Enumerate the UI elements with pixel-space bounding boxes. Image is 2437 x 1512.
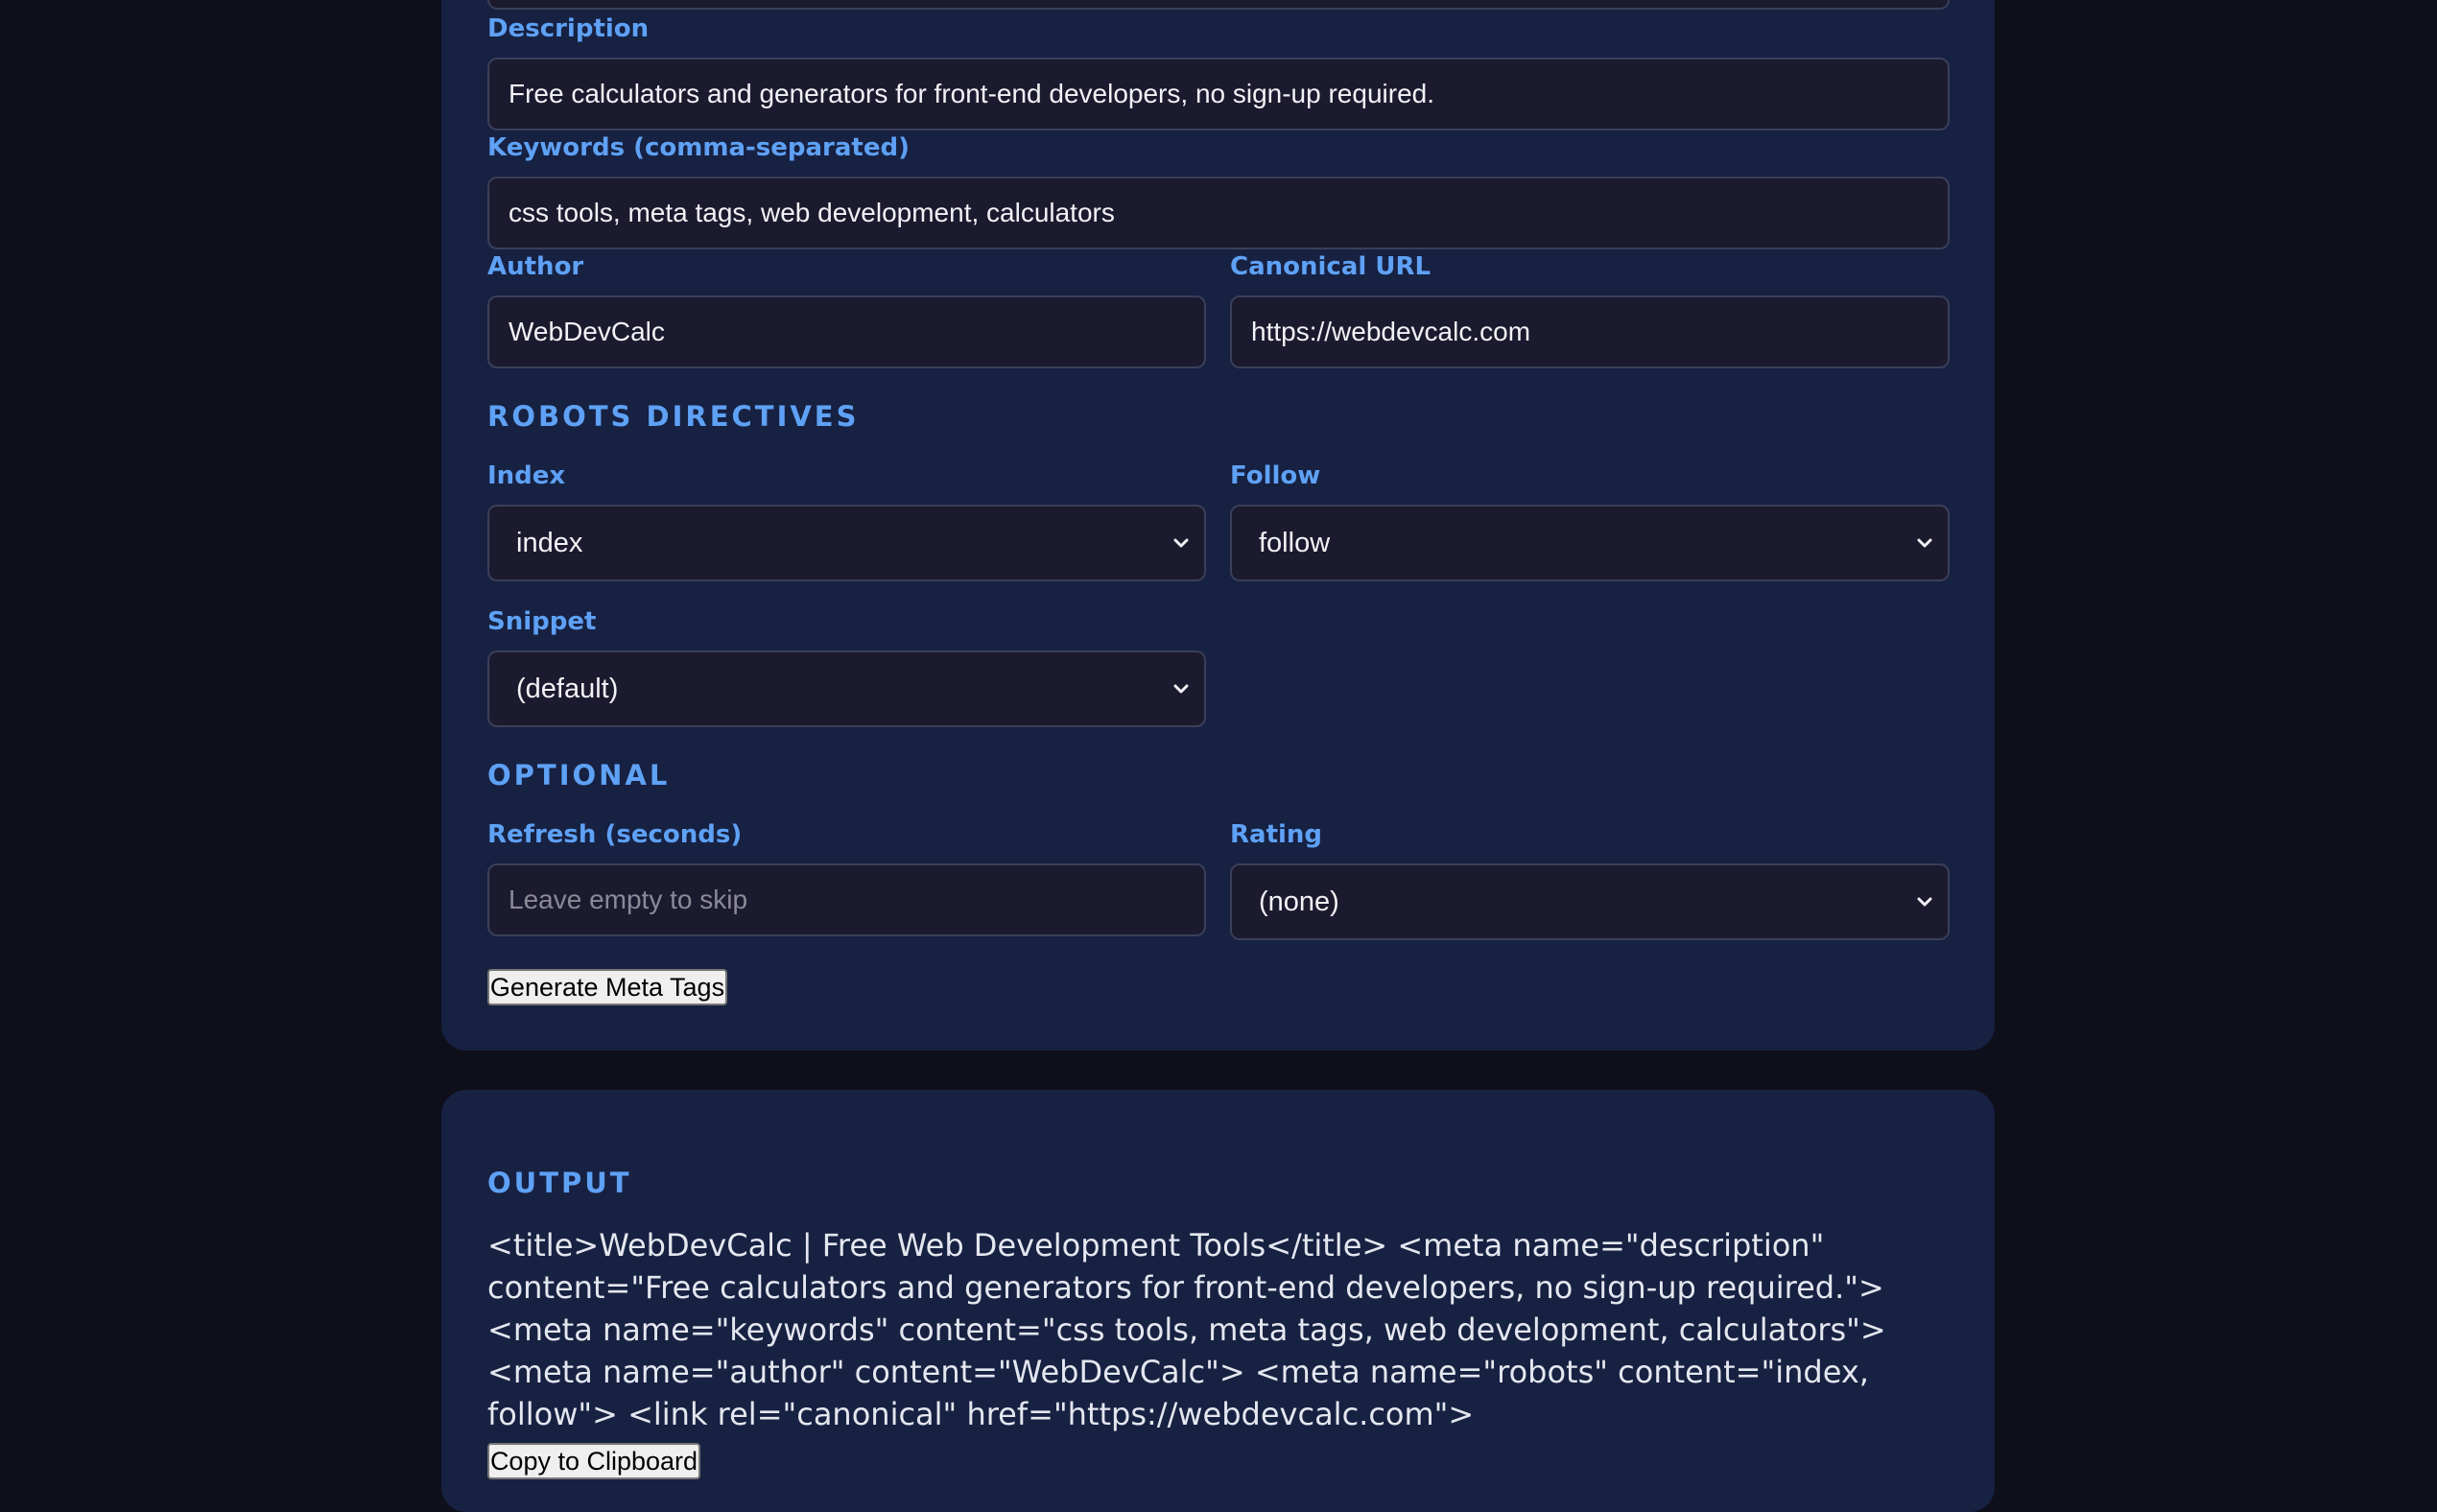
follow-label: Follow bbox=[1230, 461, 1321, 490]
chevron-down-icon bbox=[1917, 538, 1932, 548]
refresh-label: Refresh (seconds) bbox=[487, 820, 743, 849]
follow-select-value: follow bbox=[1259, 527, 1331, 558]
index-label: Index bbox=[487, 461, 566, 490]
chevron-down-icon bbox=[1917, 897, 1932, 907]
title-field[interactable] bbox=[487, 0, 1950, 10]
chevron-down-icon bbox=[1173, 538, 1189, 548]
rating-label: Rating bbox=[1230, 820, 1323, 849]
rating-select[interactable]: (none) bbox=[1230, 863, 1950, 940]
snippet-select[interactable]: (default) bbox=[487, 650, 1206, 727]
author-label: Author bbox=[487, 252, 584, 281]
snippet-label: Snippet bbox=[487, 607, 597, 636]
optional-heading: OPTIONAL bbox=[487, 759, 671, 791]
output-code: <title>WebDevCalc | Free Web Development… bbox=[487, 1227, 1886, 1432]
keywords-label: Keywords (comma-separated) bbox=[487, 133, 910, 162]
index-select[interactable]: index bbox=[487, 505, 1206, 581]
chevron-down-icon bbox=[1173, 684, 1189, 694]
canonical-url-label: Canonical URL bbox=[1230, 252, 1431, 281]
index-select-value: index bbox=[516, 527, 583, 558]
refresh-input[interactable]: Leave empty to skip bbox=[487, 863, 1206, 936]
description-field[interactable]: Free calculators and generators for fron… bbox=[487, 58, 1950, 130]
generate-meta-tags-button[interactable]: Generate Meta Tags bbox=[487, 969, 727, 1005]
snippet-select-value: (default) bbox=[516, 673, 619, 704]
robots-directives-heading: ROBOTS DIRECTIVES bbox=[487, 400, 860, 433]
rating-select-value: (none) bbox=[1259, 886, 1339, 917]
follow-select[interactable]: follow bbox=[1230, 505, 1950, 581]
keywords-field[interactable]: css tools, meta tags, web development, c… bbox=[487, 177, 1950, 249]
copy-to-clipboard-button[interactable]: Copy to Clipboard bbox=[487, 1443, 700, 1479]
description-label: Description bbox=[487, 14, 650, 43]
canonical-url-field[interactable]: https://webdevcalc.com bbox=[1230, 295, 1950, 368]
author-field[interactable]: WebDevCalc bbox=[487, 295, 1206, 368]
output-heading: OUTPUT bbox=[487, 1167, 632, 1199]
